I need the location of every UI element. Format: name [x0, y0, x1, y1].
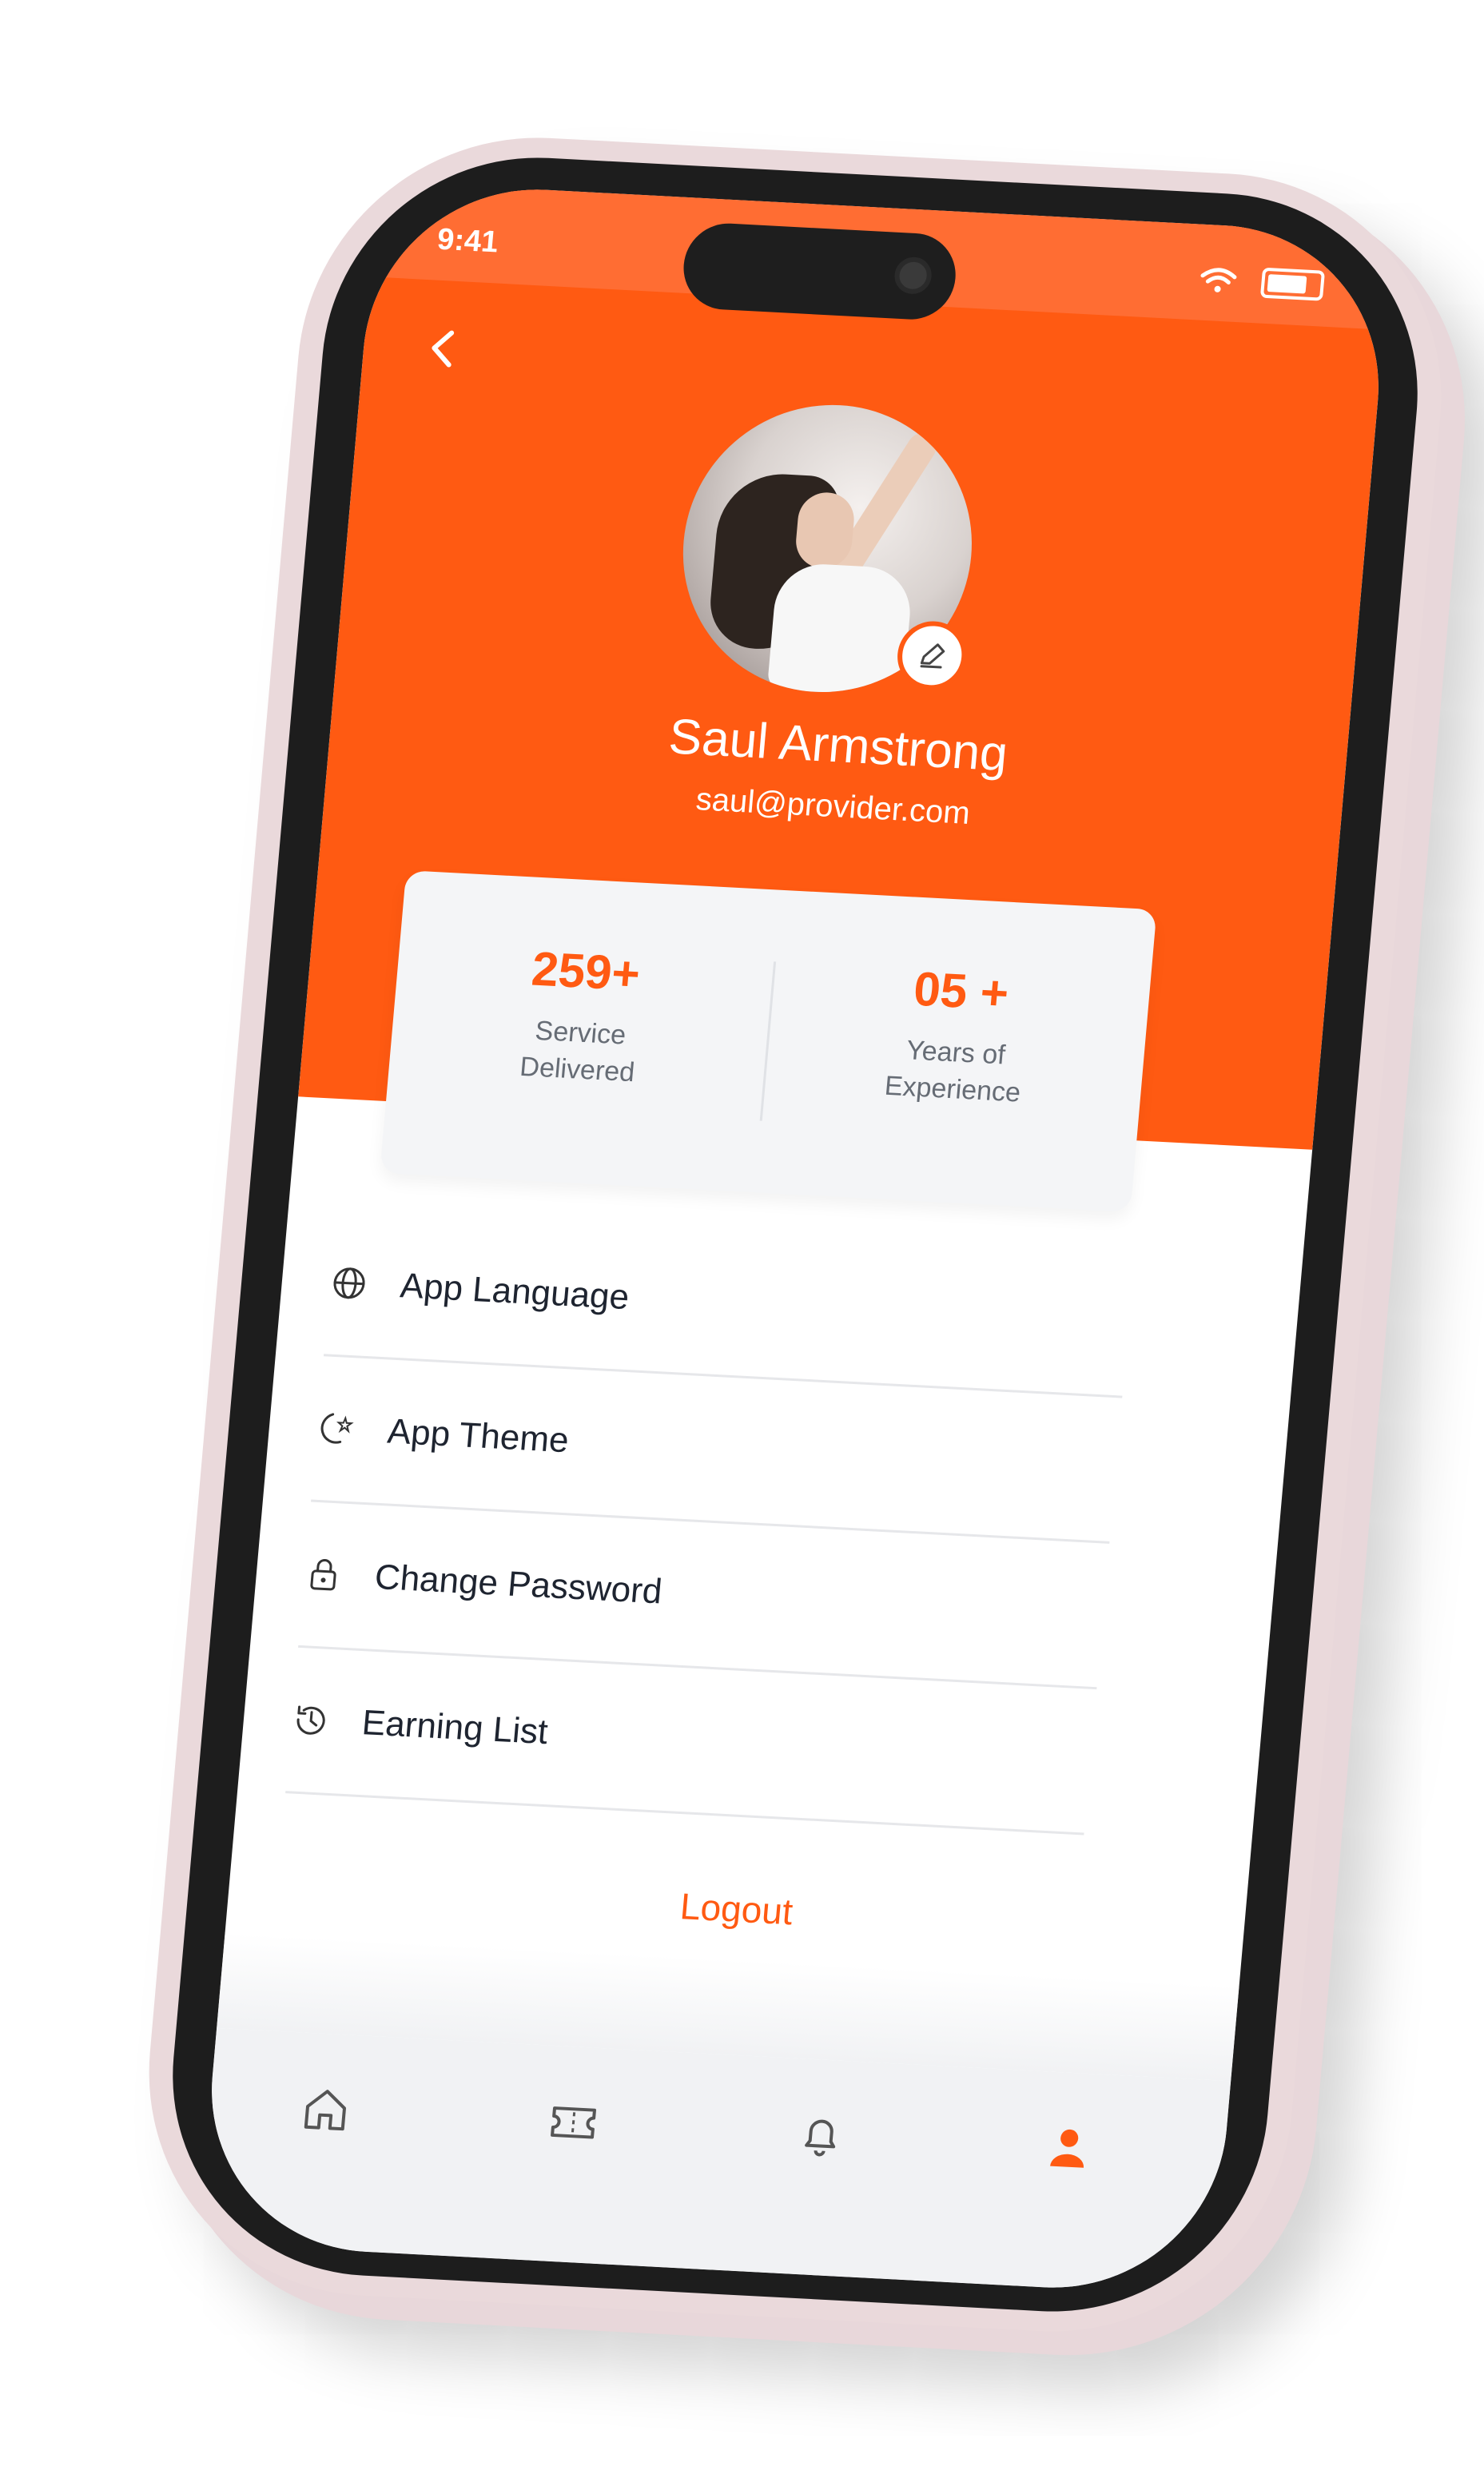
lock-icon [310, 1559, 336, 1591]
ticket-icon[interactable] [543, 2094, 603, 2152]
pencil-icon [920, 643, 945, 669]
menu-item-label: Earning List [360, 1703, 550, 1752]
stat-value: 05 + [911, 961, 1011, 1020]
status-time: 9:41 [436, 222, 500, 260]
wifi-icon [1200, 268, 1237, 292]
stat-label: Service Delivered [388, 1005, 770, 1098]
menu-item-label: App Theme [385, 1411, 571, 1461]
camera-icon [893, 256, 933, 295]
home-icon[interactable] [296, 2080, 356, 2138]
battery-icon [1259, 267, 1326, 301]
status-icons [1198, 265, 1326, 301]
back-button[interactable] [418, 324, 470, 374]
stats-card: 259+ Service Delivered 05 + Years of Exp… [380, 870, 1157, 1212]
theme-icon [320, 1413, 354, 1444]
settings-menu: App Language App Theme Change Password E… [285, 1210, 1136, 1836]
menu-item-label: App Language [398, 1266, 631, 1318]
menu-item-label: Change Password [372, 1557, 664, 1612]
avatar-container [670, 397, 984, 700]
stat-experience: 05 + Years of Experience [763, 953, 1151, 1117]
phone-screen: 9:41 Saul Armstrong saul@provider.com 25… [197, 181, 1393, 2297]
stat-value: 259+ [529, 941, 643, 1001]
device-mockup: 9:41 Saul Armstrong saul@provider.com 25… [0, 0, 1484, 2474]
dynamic-island [680, 221, 960, 322]
stat-services: 259+ Service Delivered [388, 934, 776, 1098]
history-icon [296, 1705, 325, 1735]
globe-icon [333, 1267, 365, 1299]
stat-label: Years of Experience [763, 1024, 1145, 1117]
profile-icon[interactable] [1038, 2119, 1099, 2178]
bell-icon[interactable] [790, 2106, 851, 2165]
